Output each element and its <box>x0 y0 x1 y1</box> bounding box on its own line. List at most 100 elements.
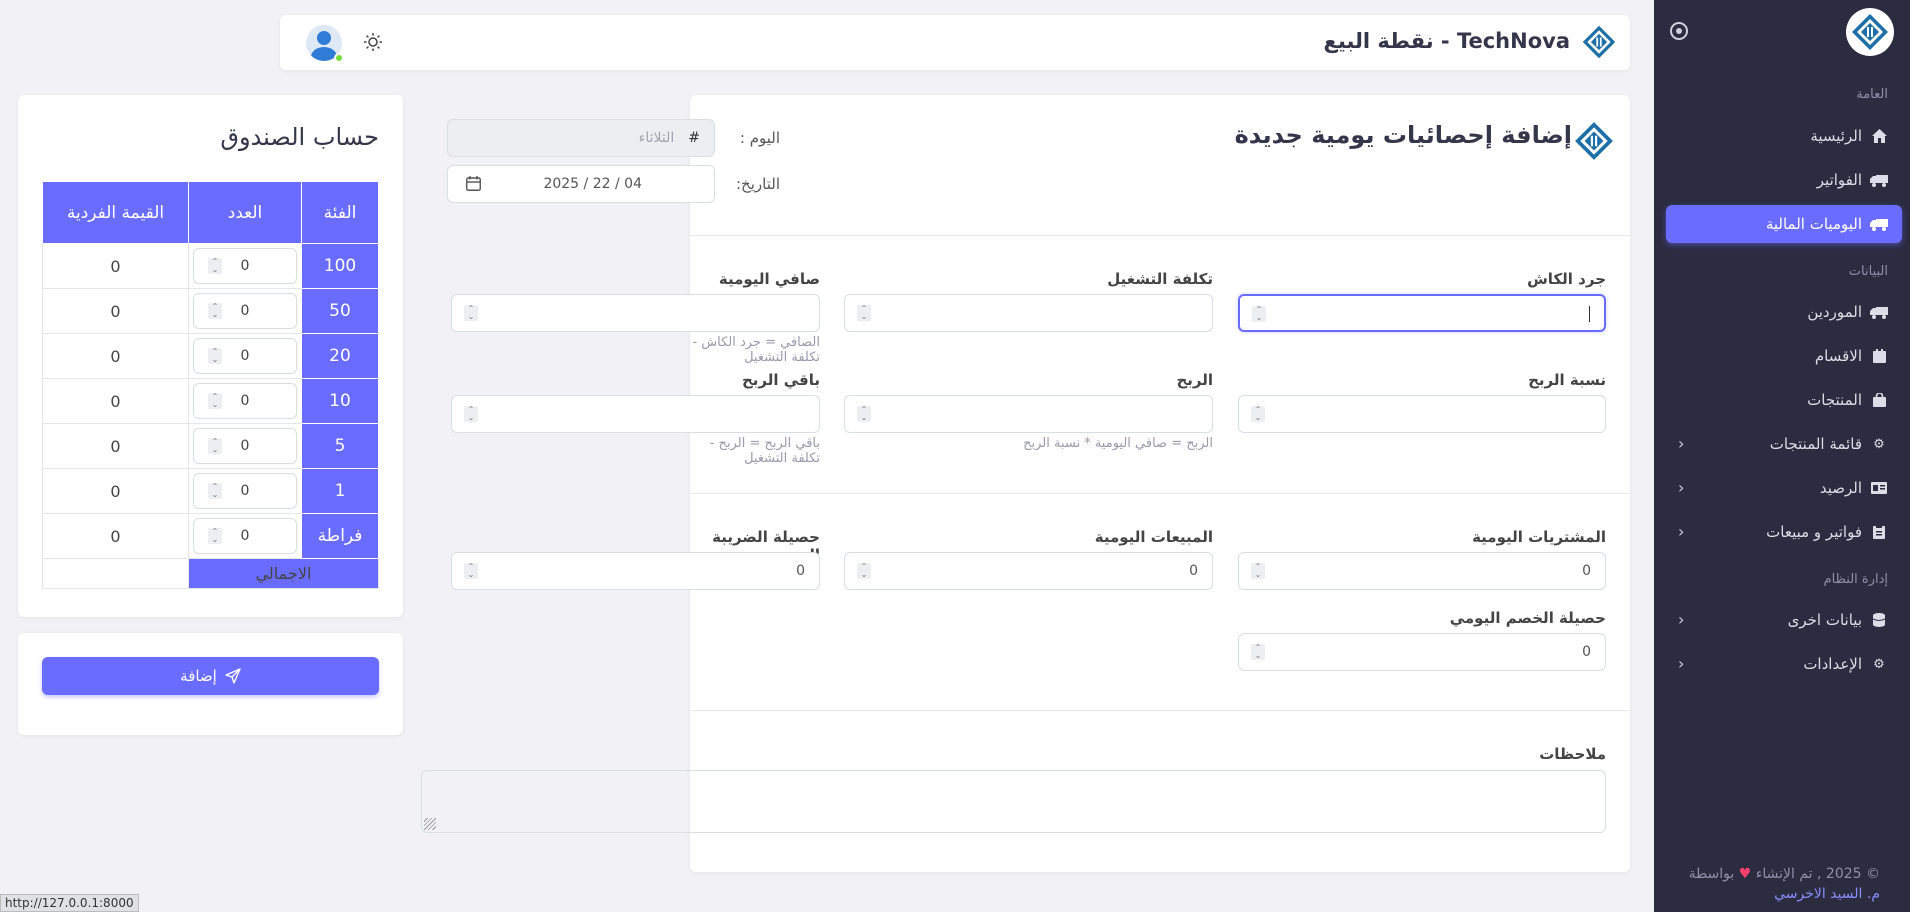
count-value: 0 <box>240 483 250 499</box>
form-title: إضافة إحصائيات يومية جديدة <box>1234 121 1572 149</box>
truck-icon <box>1870 216 1888 232</box>
profit-label: الربح <box>1176 371 1213 389</box>
daily-purchases-input[interactable]: 0 ⌃ ⌄ <box>1238 552 1606 590</box>
daily-sales-label: المبيعات اليومية <box>1094 528 1213 546</box>
sidebar-item-invoices[interactable]: الفواتير <box>1666 161 1902 199</box>
profit-ratio-input[interactable]: ⌃ ⌄ <box>1238 395 1606 433</box>
unit-value-cell: 0 <box>42 513 189 559</box>
divider <box>690 235 1630 236</box>
number-spinner-icon[interactable]: ⌃ ⌄ <box>464 563 478 579</box>
number-spinner-icon[interactable]: ⌃ ⌄ <box>208 528 222 544</box>
footer-author-link[interactable]: م. السيد الاخرسي <box>1689 884 1880 904</box>
profit-remaining-hint: باقي الربح = الربح - تكلفة التشغيل <box>709 436 820 466</box>
chevron-left-icon: ‹ <box>1678 434 1685 453</box>
browser-status-url: http://127.0.0.1:8000 <box>0 894 139 912</box>
brand-logo-icon <box>1572 119 1616 163</box>
footer-by: بواسطة <box>1688 866 1735 882</box>
brand-logo-icon[interactable] <box>1846 8 1894 56</box>
number-spinner-icon[interactable]: ⌃ ⌄ <box>208 258 222 274</box>
sidebar: العامة الرئيسية الفواتير اليوميات المالي… <box>1654 0 1910 912</box>
operating-cost-input[interactable]: ⌃ ⌄ <box>844 294 1213 332</box>
count-value: 0 <box>240 393 250 409</box>
resize-handle-icon[interactable] <box>424 818 436 830</box>
notes-label: ملاحظات <box>1539 745 1606 763</box>
daily-discount-input[interactable]: 0 ⌃ ⌄ <box>1238 633 1606 671</box>
cash-row: 100 0 ⌃ ⌄ 0 <box>42 243 379 289</box>
total-value-cell <box>42 558 189 589</box>
sidebar-item-other-data[interactable]: بيانات اخرى ‹ <box>1666 601 1902 639</box>
notes-textarea[interactable] <box>421 770 1606 833</box>
divider <box>690 710 1630 711</box>
count-input[interactable]: 0 ⌃ ⌄ <box>193 473 297 509</box>
sidebar-item-settings[interactable]: ⚙ الإعدادات ‹ <box>1666 645 1902 683</box>
app-title: TechNova - نقطة البيع <box>1323 29 1570 53</box>
count-input[interactable]: 0 ⌃ ⌄ <box>193 518 297 554</box>
count-value: 0 <box>240 528 250 544</box>
count-cell: 0 ⌃ ⌄ <box>188 243 302 289</box>
number-spinner-icon[interactable]: ⌃ ⌄ <box>857 305 871 321</box>
chevron-left-icon: ‹ <box>1678 522 1685 541</box>
number-spinner-icon[interactable]: ⌃ ⌄ <box>208 393 222 409</box>
heart-icon: ♥ <box>1738 866 1752 882</box>
calendar-icon[interactable] <box>466 176 481 195</box>
profit-ratio-label: نسبة الربح <box>1528 371 1606 389</box>
sidebar-item-financial-dailies[interactable]: اليوميات المالية <box>1666 205 1902 243</box>
number-spinner-icon[interactable]: ⌃ ⌄ <box>857 406 871 422</box>
count-input[interactable]: 0 ⌃ ⌄ <box>193 293 297 329</box>
daily-tax-input[interactable]: 0 ⌃ ⌄ <box>451 552 820 590</box>
add-button[interactable]: إضافة <box>42 657 379 695</box>
number-spinner-icon[interactable]: ⌃ ⌄ <box>1251 644 1265 660</box>
sidebar-item-label: قائمة المنتجات <box>1769 435 1862 453</box>
unit-value-cell: 0 <box>42 378 189 424</box>
number-spinner-icon[interactable]: ⌃ ⌄ <box>208 483 222 499</box>
count-value: 0 <box>240 258 250 274</box>
count-value: 0 <box>240 303 250 319</box>
sidebar-item-product-list[interactable]: ⚙ قائمة المنتجات ‹ <box>1666 425 1902 463</box>
sidebar-item-categories[interactable]: الاقسام <box>1666 337 1902 375</box>
cash-box-title: حساب الصندوق <box>220 123 379 151</box>
unit-value-cell: 0 <box>42 423 189 469</box>
count-input[interactable]: 0 ⌃ ⌄ <box>193 338 297 374</box>
count-value: 0 <box>240 438 250 454</box>
sidebar-item-label: فواتير و مبيعات <box>1766 523 1862 541</box>
theme-toggle-sun-icon[interactable] <box>364 33 382 51</box>
number-spinner-icon[interactable]: ⌃ ⌄ <box>857 563 871 579</box>
count-input[interactable]: 0 ⌃ ⌄ <box>193 383 297 419</box>
sidebar-item-invoices-sales[interactable]: فواتير و مبيعات ‹ <box>1666 513 1902 551</box>
cash-box-table: الفئة العدد القيمة الفردية 100 0 ⌃ ⌄ 0 50 0 ⌃ ⌄ 0… <box>42 181 379 589</box>
number-spinner-icon[interactable]: ⌃ ⌄ <box>464 305 478 321</box>
sidebar-item-products[interactable]: المنتجات <box>1666 381 1902 419</box>
daily-net-input[interactable]: ⌃ ⌄ <box>451 294 820 332</box>
header-count: العدد <box>188 181 302 244</box>
number-spinner-icon[interactable]: ⌃ ⌄ <box>1251 406 1265 422</box>
sidebar-item-label: الإعدادات <box>1803 655 1862 673</box>
profit-input[interactable]: ⌃ ⌄ <box>844 395 1213 433</box>
number-spinner-icon[interactable]: ⌃ ⌄ <box>1251 563 1265 579</box>
number-spinner-icon[interactable]: ⌃ ⌄ <box>464 406 478 422</box>
cash-box-card: حساب الصندوق الفئة العدد القيمة الفردية … <box>18 95 403 617</box>
section-system: إدارة النظام <box>1823 572 1888 587</box>
date-input[interactable]: 04 / 22 / 2025 <box>447 165 715 203</box>
online-status-indicator <box>334 53 344 63</box>
daily-net-label: صافي اليومية <box>718 270 820 288</box>
sidebar-toggle-icon[interactable] <box>1670 22 1688 40</box>
add-button-label: إضافة <box>180 667 217 685</box>
home-icon <box>1870 128 1888 144</box>
number-spinner-icon[interactable]: ⌃ ⌄ <box>208 438 222 454</box>
number-spinner-icon[interactable]: ⌃ ⌄ <box>1252 306 1266 322</box>
sidebar-item-suppliers[interactable]: الموردين <box>1666 293 1902 331</box>
number-spinner-icon[interactable]: ⌃ ⌄ <box>208 348 222 364</box>
count-input[interactable]: 0 ⌃ ⌄ <box>193 428 297 464</box>
text-cursor <box>1589 306 1590 322</box>
daily-discount-value: 0 <box>1582 644 1591 660</box>
cash-count-input[interactable]: ⌃ ⌄ <box>1238 294 1606 332</box>
sidebar-item-balance[interactable]: الرصيد ‹ <box>1666 469 1902 507</box>
sidebar-item-label: الرئيسية <box>1810 127 1862 145</box>
number-spinner-icon[interactable]: ⌃ ⌄ <box>208 303 222 319</box>
count-input[interactable]: 0 ⌃ ⌄ <box>193 248 297 284</box>
daily-sales-input[interactable]: 0 ⌃ ⌄ <box>844 552 1213 590</box>
header-category: الفئة <box>301 181 379 244</box>
sidebar-item-home[interactable]: الرئيسية <box>1666 117 1902 155</box>
profit-remaining-input[interactable]: ⌃ ⌄ <box>451 395 820 433</box>
sidebar-item-label: الاقسام <box>1814 347 1862 365</box>
